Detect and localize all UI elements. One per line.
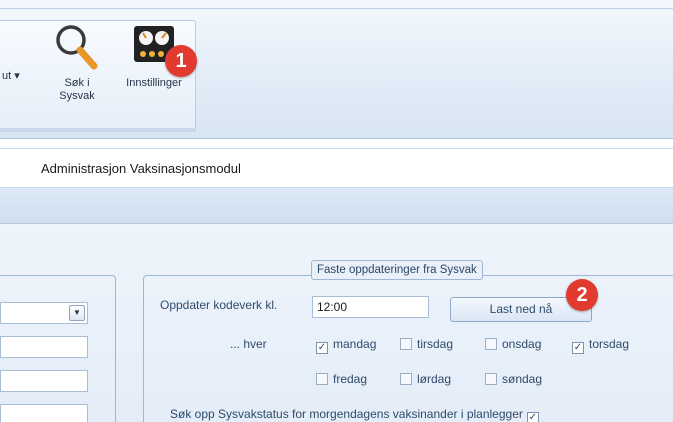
search-sysvak-button[interactable]: Søk i Sysvak bbox=[46, 22, 108, 126]
update-time-label: Oppdater kodeverk kl. bbox=[160, 298, 278, 312]
chevron-down-icon: ▾ bbox=[14, 70, 20, 82]
checkbox-torsdag[interactable]: ✓ torsdag bbox=[572, 337, 629, 354]
checkbox-box[interactable] bbox=[485, 338, 497, 350]
search-label-line2: Sysvak bbox=[59, 90, 95, 102]
ribbon: ut ▾ Søk i Sysvak Innstillinger 1 bbox=[0, 0, 673, 139]
checkbox-sondag[interactable]: søndag bbox=[485, 372, 542, 386]
checkbox-onsdag[interactable]: onsdag bbox=[485, 337, 541, 351]
left-dropdown[interactable]: ▼ bbox=[0, 302, 88, 324]
search-label-line1: Søk i bbox=[64, 77, 90, 89]
checkbox-mandag[interactable]: ✓ mandag bbox=[316, 337, 376, 354]
checkbox-fredag[interactable]: fredag bbox=[316, 372, 367, 386]
checkbox-label: tirsdag bbox=[417, 337, 454, 351]
module-title-bar: Administrasjon Vaksinasjonsmodul bbox=[0, 148, 673, 188]
ribbon-top-divider bbox=[0, 8, 673, 9]
checkbox-box[interactable] bbox=[400, 373, 412, 385]
checkbox-label: lørdag bbox=[417, 372, 452, 386]
update-time-input[interactable]: 12:00 bbox=[312, 296, 429, 318]
annotation-badge-2: 2 bbox=[566, 279, 598, 311]
chevron-down-icon[interactable]: ▼ bbox=[69, 305, 85, 321]
checkbox-label: fredag bbox=[333, 372, 368, 386]
checkbox-box[interactable] bbox=[485, 373, 497, 385]
checkbox-box[interactable]: ✓ bbox=[572, 342, 584, 354]
logout-label: ut bbox=[2, 70, 12, 82]
checkbox-box[interactable] bbox=[400, 338, 412, 350]
ribbon-group-label-bar bbox=[0, 128, 196, 132]
toolbar-band bbox=[0, 188, 673, 224]
schedule-legend: Faste oppdateringer fra Sysvak bbox=[311, 260, 483, 280]
magnifier-icon bbox=[56, 25, 98, 70]
every-label: ... hver bbox=[230, 337, 267, 351]
sysvak-status-label: Søk opp Sysvakstatus for morgendagens va… bbox=[170, 407, 523, 421]
checkbox-tirsdag[interactable]: tirsdag bbox=[400, 337, 453, 351]
left-input-4[interactable] bbox=[0, 404, 88, 422]
checkbox-label: søndag bbox=[502, 372, 543, 386]
checkbox-box[interactable] bbox=[316, 373, 328, 385]
checkbox-label: mandag bbox=[333, 337, 377, 351]
annotation-badge-1: 1 bbox=[165, 45, 197, 77]
checkbox-box[interactable]: ✓ bbox=[316, 342, 328, 354]
logout-dropdown-button[interactable]: ut ▾ bbox=[2, 70, 42, 83]
sysvak-status-option[interactable]: Søk opp Sysvakstatus for morgendagens va… bbox=[170, 407, 539, 422]
checkbox-label: onsdag bbox=[502, 337, 542, 351]
page-title: Administrasjon Vaksinasjonsmodul bbox=[41, 161, 241, 176]
settings-label: Innstillinger bbox=[126, 77, 182, 89]
sysvak-status-checkbox[interactable]: ✓ bbox=[526, 412, 539, 422]
left-input-2[interactable] bbox=[0, 336, 88, 358]
checkbox-lordag[interactable]: lørdag bbox=[400, 372, 451, 386]
left-input-3[interactable] bbox=[0, 370, 88, 392]
checkbox-label: torsdag bbox=[589, 337, 630, 351]
